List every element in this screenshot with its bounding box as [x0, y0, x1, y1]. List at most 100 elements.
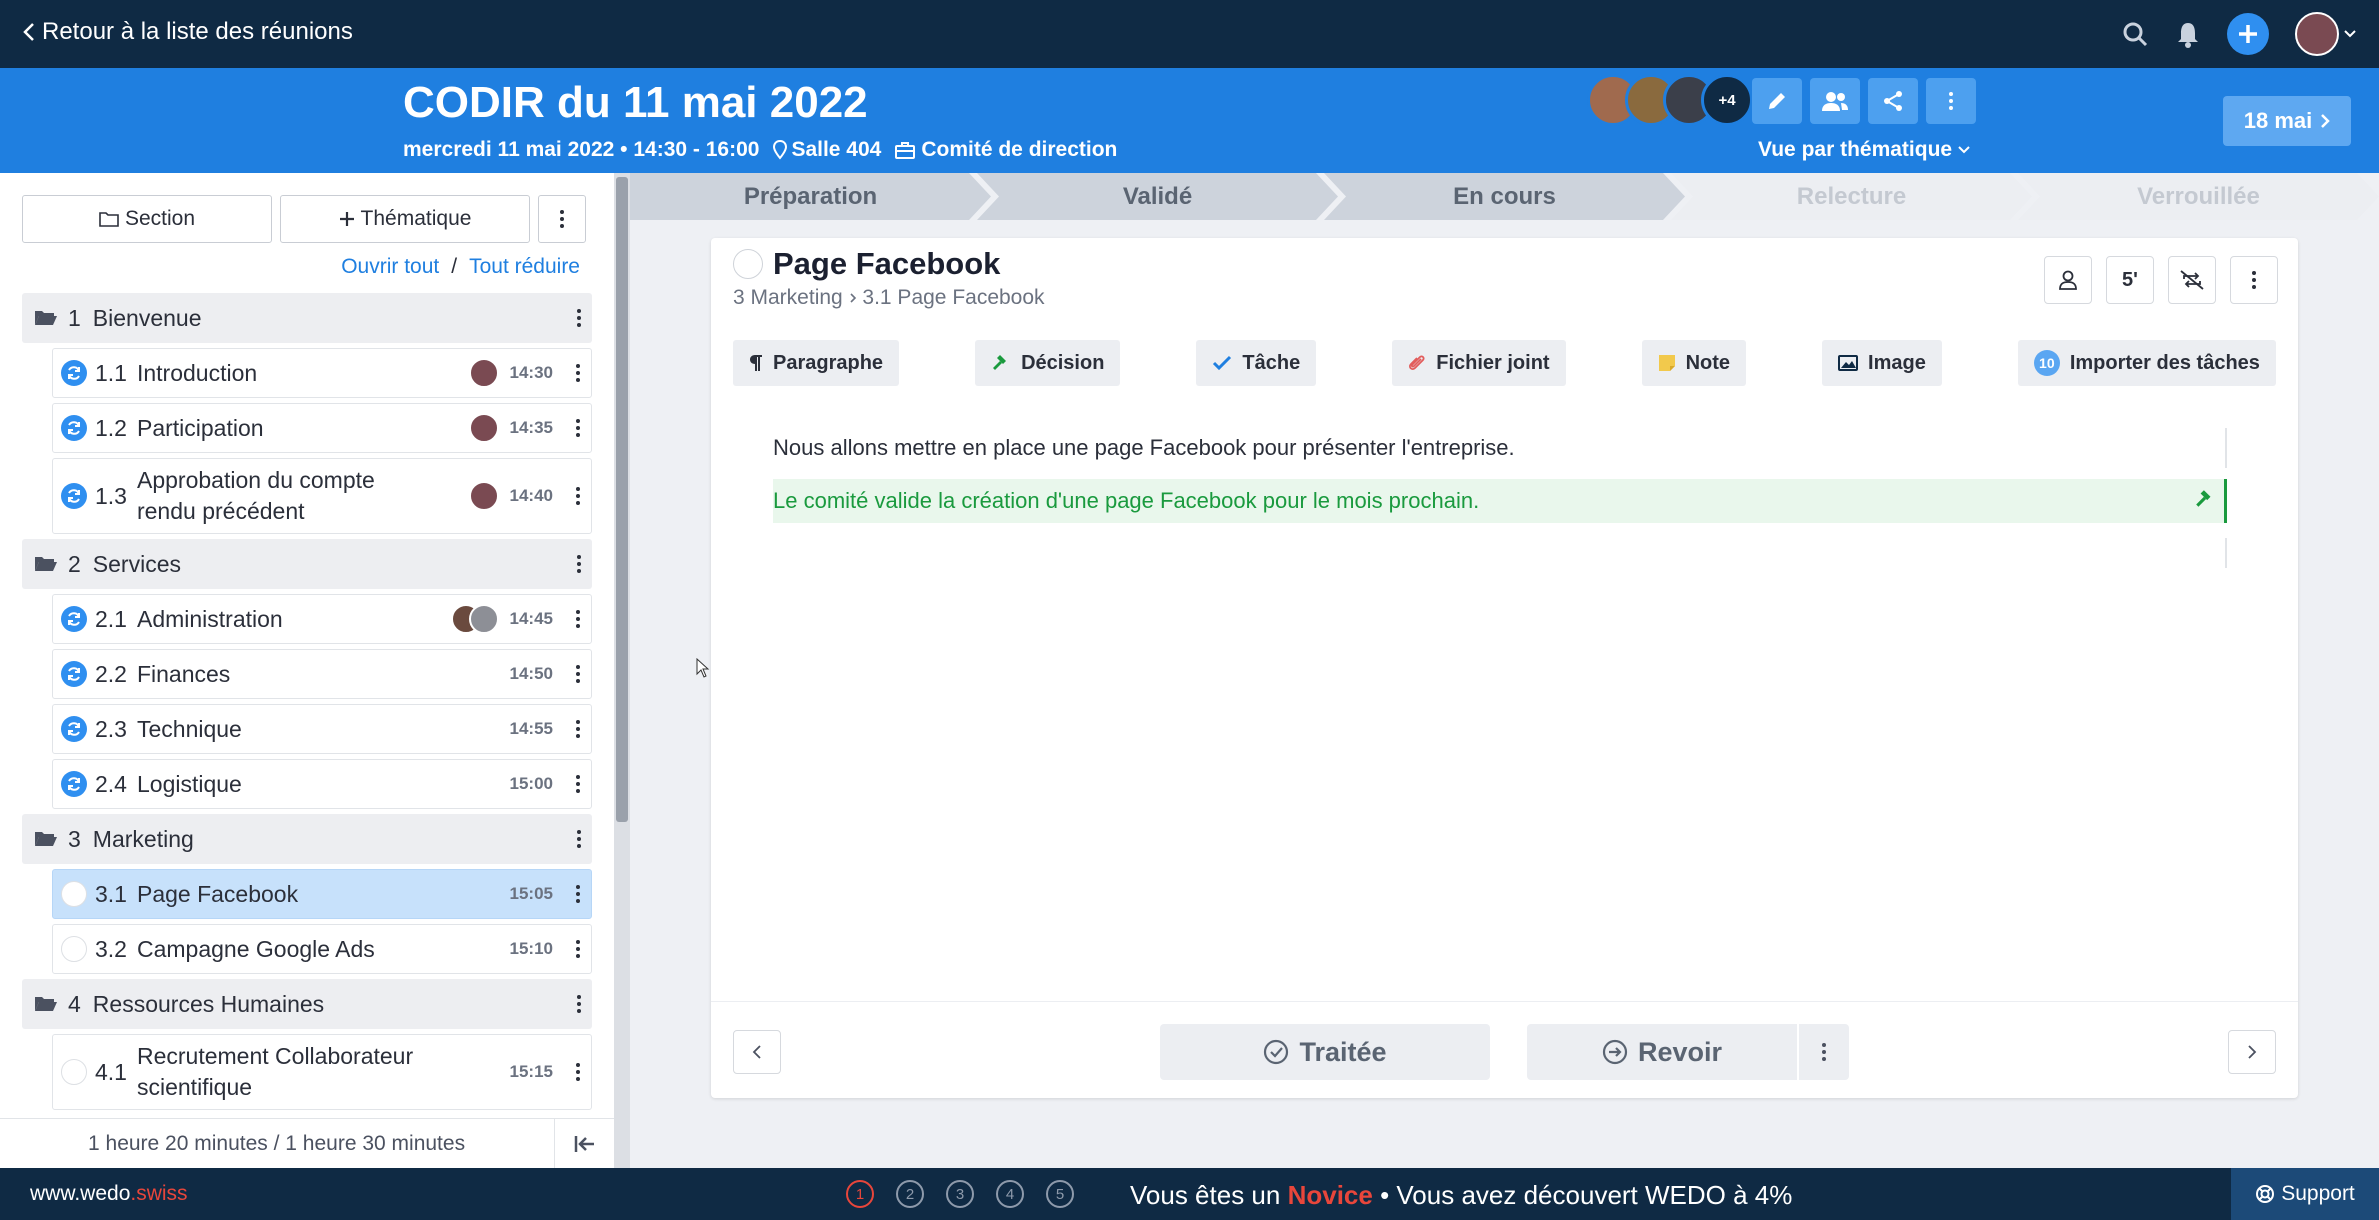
- collapse-sidebar-button[interactable]: [554, 1119, 614, 1169]
- item-time: 14:45: [509, 609, 553, 628]
- status-circle-icon[interactable]: [61, 1059, 87, 1085]
- next-meeting-button[interactable]: 18 mai: [2223, 96, 2351, 146]
- share-button[interactable]: [1868, 78, 1918, 124]
- scrollbar-thumb[interactable]: [616, 177, 628, 822]
- new-block-placeholder[interactable]: [2225, 538, 2227, 568]
- kebab-icon[interactable]: [575, 1063, 581, 1081]
- step-in-progress[interactable]: En cours: [1324, 173, 1685, 220]
- section-header[interactable]: 2 Services: [22, 539, 592, 589]
- add-theme-button[interactable]: Thématique: [280, 195, 530, 243]
- section-header[interactable]: 4 Ressources Humaines: [22, 979, 592, 1029]
- step-locked[interactable]: Verrouillée: [2018, 173, 2379, 220]
- top-navigation-bar: Retour à la liste des réunions: [0, 0, 2379, 68]
- kebab-icon[interactable]: [575, 665, 581, 683]
- kebab-icon[interactable]: [575, 610, 581, 628]
- onboarding-step[interactable]: 4: [996, 1180, 1024, 1208]
- insert-note-button[interactable]: Note: [1641, 340, 1747, 386]
- sidebar-scrollbar[interactable]: [614, 173, 630, 1168]
- item-time: 14:40: [509, 486, 553, 505]
- item-label: Finances: [136, 660, 231, 687]
- brand-link[interactable]: www.wedo.swiss: [30, 1182, 188, 1206]
- collapse-all-link[interactable]: Tout réduire: [469, 255, 580, 279]
- kebab-icon[interactable]: [575, 487, 581, 505]
- import-count-badge: 10: [2033, 350, 2060, 376]
- agenda-item[interactable]: 1.3 Approbation du compte rendu précéden…: [52, 458, 592, 534]
- status-circle-icon[interactable]: [61, 881, 87, 907]
- user-menu[interactable]: [2295, 12, 2357, 56]
- add-button[interactable]: [2227, 13, 2269, 55]
- insert-attachment-button[interactable]: Fichier joint: [1392, 340, 1566, 386]
- sync-status-icon: [61, 661, 87, 687]
- view-mode-select[interactable]: Vue par thématique: [1758, 138, 1970, 162]
- no-repeat-button[interactable]: [2168, 256, 2216, 304]
- kebab-icon[interactable]: [575, 885, 581, 903]
- decision-block[interactable]: Le comité valide la création d'une page …: [773, 479, 2227, 523]
- agenda-item[interactable]: 2.1 Administration 14:45: [52, 594, 592, 644]
- meeting-more-button[interactable]: [1926, 78, 1976, 124]
- review-options-button[interactable]: [1799, 1024, 1849, 1080]
- kebab-icon[interactable]: [575, 775, 581, 793]
- section-header[interactable]: 3 Marketing: [22, 814, 592, 864]
- onboarding-step[interactable]: 5: [1046, 1180, 1074, 1208]
- bottom-status-bar: www.wedo.swiss 1 2 3 4 5 Vous êtes un No…: [0, 1168, 2379, 1220]
- kebab-icon[interactable]: [576, 555, 582, 573]
- insert-paragraph-button[interactable]: Paragraphe: [733, 340, 900, 386]
- onboarding-step[interactable]: 3: [946, 1180, 974, 1208]
- onboarding-step[interactable]: 2: [896, 1180, 924, 1208]
- review-later-button[interactable]: Revoir: [1527, 1024, 1797, 1080]
- import-tasks-button[interactable]: 10 Importer des tâches: [2017, 340, 2276, 386]
- kebab-icon[interactable]: [575, 940, 581, 958]
- assign-presenter-button[interactable]: [2044, 256, 2092, 304]
- topic-more-button[interactable]: [2230, 256, 2278, 304]
- agenda-item[interactable]: 2.2 Finances 14:50: [52, 649, 592, 699]
- agenda-item[interactable]: 2.4 Logistique 15:00: [52, 759, 592, 809]
- step-validated[interactable]: Validé: [977, 173, 1338, 220]
- duration-button[interactable]: 5': [2106, 256, 2154, 304]
- insert-image-button[interactable]: Image: [1822, 340, 1942, 386]
- agenda-item[interactable]: 2.3 Technique 14:55: [52, 704, 592, 754]
- sidebar-more-button[interactable]: [538, 195, 586, 243]
- next-topic-button[interactable]: [2228, 1030, 2276, 1074]
- agenda-item[interactable]: 1.2 Participation 14:35: [52, 403, 592, 453]
- agenda-item[interactable]: 1.1 Introduction 14:30: [52, 348, 592, 398]
- step-review[interactable]: Relecture: [1671, 173, 2032, 220]
- paragraph-block[interactable]: Nous allons mettre en place une page Fac…: [773, 428, 2227, 468]
- kebab-icon[interactable]: [576, 830, 582, 848]
- kebab-icon[interactable]: [576, 995, 582, 1013]
- insert-decision-button[interactable]: Décision: [975, 340, 1121, 386]
- bell-icon[interactable]: [2175, 20, 2201, 48]
- participants-button[interactable]: [1810, 78, 1860, 124]
- kebab-icon[interactable]: [575, 364, 581, 382]
- note-label: Note: [1685, 351, 1731, 374]
- support-button[interactable]: Support: [2231, 1168, 2379, 1220]
- participants-avatars[interactable]: +4: [1587, 74, 1753, 126]
- status-circle-icon[interactable]: [61, 936, 87, 962]
- image-label: Image: [1868, 351, 1926, 374]
- step-preparation[interactable]: Préparation: [630, 173, 991, 220]
- previous-topic-button[interactable]: [733, 1030, 781, 1074]
- insert-task-button[interactable]: Tâche: [1196, 340, 1317, 386]
- breadcrumb-parent[interactable]: 3 Marketing: [733, 286, 843, 309]
- open-all-link[interactable]: Ouvrir tout: [341, 255, 439, 279]
- paperclip-icon: [1409, 355, 1425, 370]
- search-icon[interactable]: [2121, 20, 2149, 48]
- kebab-icon[interactable]: [575, 419, 581, 437]
- image-icon: [1838, 355, 1859, 371]
- agenda-item[interactable]: 3.2 Campagne Google Ads 15:10: [52, 924, 592, 974]
- item-number: 2.4: [95, 770, 127, 797]
- onboarding-step[interactable]: 1: [846, 1180, 874, 1208]
- total-duration: 1 heure 20 minutes / 1 heure 30 minutes: [88, 1131, 466, 1155]
- kebab-icon: [1822, 1043, 1826, 1061]
- chevron-right-icon: [849, 293, 856, 303]
- add-section-button[interactable]: Section: [22, 195, 272, 243]
- kebab-icon[interactable]: [576, 309, 582, 327]
- section-header[interactable]: 1 Bienvenue: [22, 293, 592, 343]
- section-number: 3: [68, 825, 81, 852]
- agenda-item[interactable]: 4.1 Recrutement Collaborateur scientifiq…: [52, 1034, 592, 1110]
- kebab-icon[interactable]: [575, 720, 581, 738]
- edit-meeting-button[interactable]: [1752, 78, 1802, 124]
- mark-done-button[interactable]: Traitée: [1160, 1024, 1490, 1080]
- agenda-item-selected[interactable]: 3.1 Page Facebook 15:05: [52, 869, 592, 919]
- topic-status-checkbox[interactable]: [733, 249, 763, 279]
- back-to-meetings-link[interactable]: Retour à la liste des réunions: [22, 18, 353, 46]
